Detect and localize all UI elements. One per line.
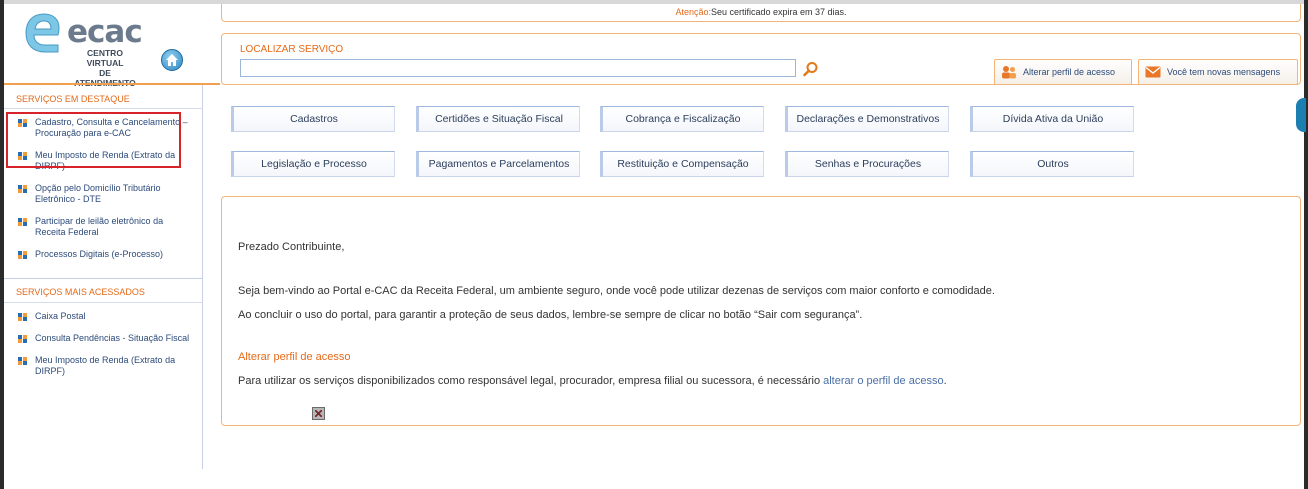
certificate-alert-bar: Atenção:Seu certificado expira em 37 dia… <box>221 4 1301 22</box>
welcome-paragraph-2: Ao concluir o uso do portal, para garant… <box>238 309 863 321</box>
featured-item-leilao[interactable]: Participar de leilão eletrônico da Recei… <box>4 216 202 238</box>
logo-subtitle-line1: CENTRO VIRTUAL <box>86 48 124 68</box>
bullet-icon <box>18 185 27 193</box>
logo-wordmark: ecac <box>67 14 143 50</box>
welcome-paragraph-3: Para utilizar os serviços disponibilizad… <box>238 375 947 387</box>
alert-text: Seu certificado expira em 37 dias. <box>710 7 847 17</box>
sidebar-item-label: Consulta Pendências - Situação Fiscal <box>35 333 190 343</box>
sidebar-item-label: Cadastro, Consulta e Cancelamento – Proc… <box>35 117 188 138</box>
logo-subtitle: CENTRO VIRTUAL DE ATENDIMENTO <box>68 48 142 88</box>
bullet-icon <box>18 357 27 365</box>
new-messages-button[interactable]: Você tem novas mensagens <box>1138 59 1298 85</box>
bullet-icon <box>18 152 27 160</box>
category-pagamentos[interactable]: Pagamentos e Parcelamentos <box>416 151 580 177</box>
bullet-icon <box>18 251 27 259</box>
category-certidoes[interactable]: Certidões e Situação Fiscal <box>416 106 580 132</box>
category-legislacao[interactable]: Legislação e Processo <box>231 151 395 177</box>
change-profile-button[interactable]: Alterar perfil de acesso <box>994 59 1132 85</box>
sidebar-item-label: Participar de leilão eletrônico da Recei… <box>35 216 164 237</box>
category-cadastros[interactable]: Cadastros <box>231 106 395 132</box>
search-title: LOCALIZAR SERVIÇO <box>240 44 344 55</box>
most-accessed-list: Caixa Postal Consulta Pendências - Situa… <box>4 303 202 377</box>
alert-label: Atenção: <box>675 7 711 17</box>
featured-item-dte[interactable]: Opção pelo Domicílio Tributário Eletrôni… <box>4 183 202 205</box>
welcome-greeting: Prezado Contribuinte, <box>238 241 345 253</box>
search-icon[interactable] <box>803 61 819 77</box>
category-declaracoes[interactable]: Declarações e Demonstrativos <box>785 106 949 132</box>
most-accessed-item-imposto-renda[interactable]: Meu Imposto de Renda (Extrato da DIRPF) <box>4 355 202 377</box>
ecac-window: ecac CENTRO VIRTUAL DE ATENDIMENTO Atenç… <box>0 0 1308 489</box>
featured-services-list: Cadastro, Consulta e Cancelamento – Proc… <box>4 109 202 260</box>
featured-services-title: SERVIÇOS EM DESTAQUE <box>4 85 202 109</box>
featured-item-procuracao[interactable]: Cadastro, Consulta e Cancelamento – Proc… <box>4 117 202 139</box>
sidebar-item-label: Caixa Postal <box>35 311 86 321</box>
sidebar-item-label: Meu Imposto de Renda (Extrato da DIRPF) <box>35 355 176 376</box>
left-sidebar: SERVIÇOS EM DESTAQUE Cadastro, Consulta … <box>4 85 203 469</box>
category-senhas[interactable]: Senhas e Procurações <box>785 151 949 177</box>
bullet-icon <box>18 218 27 226</box>
featured-item-imposto-renda[interactable]: Meu Imposto de Renda (Extrato da DIRPF) <box>4 150 202 172</box>
home-icon[interactable] <box>161 49 183 71</box>
change-profile-link[interactable]: alterar o perfil de acesso <box>823 375 943 387</box>
sidebar-item-label: Processos Digitais (e-Processo) <box>35 249 164 259</box>
window-right-border <box>1304 0 1308 489</box>
welcome-panel: Prezado Contribuinte, Seja bem-vindo ao … <box>221 196 1301 426</box>
envelope-icon <box>1145 66 1161 78</box>
most-accessed-item-caixa-postal[interactable]: Caixa Postal <box>4 311 202 322</box>
category-restituicao[interactable]: Restituição e Compensação <box>600 151 764 177</box>
new-messages-label: Você tem novas mensagens <box>1167 67 1281 77</box>
ecac-e-logo-icon <box>25 13 60 53</box>
users-icon <box>1002 66 1016 79</box>
sidebar-item-label: Meu Imposto de Renda (Extrato da DIRPF) <box>35 150 176 171</box>
bullet-icon <box>18 119 27 127</box>
paragraph-3-text: Para utilizar os serviços disponibilizad… <box>238 375 824 387</box>
most-accessed-item-pendencias[interactable]: Consulta Pendências - Situação Fiscal <box>4 333 202 344</box>
most-accessed-title: SERVIÇOS MAIS ACESSADOS <box>4 279 202 303</box>
bullet-icon <box>18 335 27 343</box>
category-outros[interactable]: Outros <box>970 151 1134 177</box>
category-cobranca[interactable]: Cobrança e Fiscalização <box>600 106 764 132</box>
sidebar-divider <box>4 271 202 279</box>
search-input[interactable] <box>240 59 796 77</box>
side-scroll-tab[interactable] <box>1296 98 1306 132</box>
change-profile-label: Alterar perfil de acesso <box>1023 67 1116 77</box>
sidebar-item-label: Opção pelo Domicílio Tributário Eletrôni… <box>35 183 161 204</box>
bullet-icon <box>18 313 27 321</box>
change-profile-heading: Alterar perfil de acesso <box>238 351 351 363</box>
broken-image-icon <box>312 407 325 420</box>
welcome-paragraph-1: Seja bem-vindo ao Portal e-CAC da Receit… <box>238 285 995 297</box>
search-panel: LOCALIZAR SERVIÇO Alterar perfil de aces… <box>221 33 1301 85</box>
featured-item-e-processo[interactable]: Processos Digitais (e-Processo) <box>4 249 202 260</box>
category-divida-ativa[interactable]: Dívida Ativa da União <box>970 106 1134 132</box>
paragraph-3-end: . <box>943 375 947 387</box>
